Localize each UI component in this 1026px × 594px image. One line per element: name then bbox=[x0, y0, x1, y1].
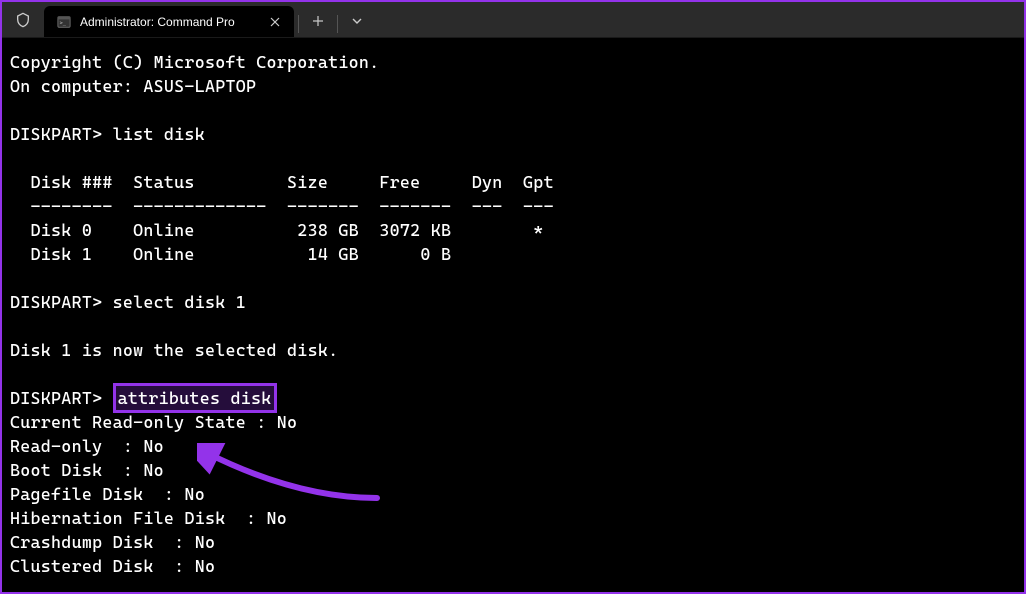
attribute-line: Boot Disk : No bbox=[10, 460, 164, 480]
tab-title: Administrator: Command Pro bbox=[80, 15, 258, 29]
table-divider: -------- ------------- ------- ------- -… bbox=[10, 196, 554, 216]
shield-icon bbox=[2, 2, 44, 37]
copyright-line: Copyright (C) Microsoft Corporation. bbox=[10, 52, 379, 72]
close-icon[interactable] bbox=[266, 13, 284, 31]
attribute-line: Crashdump Disk : No bbox=[10, 532, 215, 552]
dropdown-button[interactable] bbox=[338, 5, 376, 37]
terminal-output[interactable]: Copyright (C) Microsoft Corporation. On … bbox=[2, 38, 1024, 590]
prompt: DISKPART> bbox=[10, 124, 113, 144]
command-text: select disk 1 bbox=[113, 292, 246, 312]
table-row: Disk 1 Online 14 GB 0 B bbox=[10, 244, 451, 264]
attribute-line: Pagefile Disk : No bbox=[10, 484, 205, 504]
svg-text:>_: >_ bbox=[60, 20, 67, 26]
arrow-annotation-icon bbox=[197, 443, 397, 503]
prompt: DISKPART> bbox=[10, 388, 113, 408]
attribute-line: Read-only : No bbox=[10, 436, 164, 456]
tab-active[interactable]: >_ Administrator: Command Pro bbox=[44, 6, 294, 37]
terminal-icon: >_ bbox=[56, 14, 72, 30]
titlebar: >_ Administrator: Command Pro bbox=[2, 2, 1024, 38]
select-result: Disk 1 is now the selected disk. bbox=[10, 340, 338, 360]
new-tab-button[interactable] bbox=[299, 5, 337, 37]
prompt: DISKPART> bbox=[10, 292, 113, 312]
table-row: Disk 0 Online 238 GB 3072 KB * bbox=[10, 220, 544, 240]
attribute-line: Hibernation File Disk : No bbox=[10, 508, 287, 528]
attribute-line: Current Read-only State : No bbox=[10, 412, 297, 432]
table-header: Disk ### Status Size Free Dyn Gpt bbox=[10, 172, 554, 192]
highlighted-command: attributes disk bbox=[113, 383, 277, 413]
tab-actions bbox=[298, 2, 376, 37]
attribute-line: Clustered Disk : No bbox=[10, 556, 215, 576]
command-text: list disk bbox=[113, 124, 205, 144]
computer-line: On computer: ASUS-LAPTOP bbox=[10, 76, 256, 96]
